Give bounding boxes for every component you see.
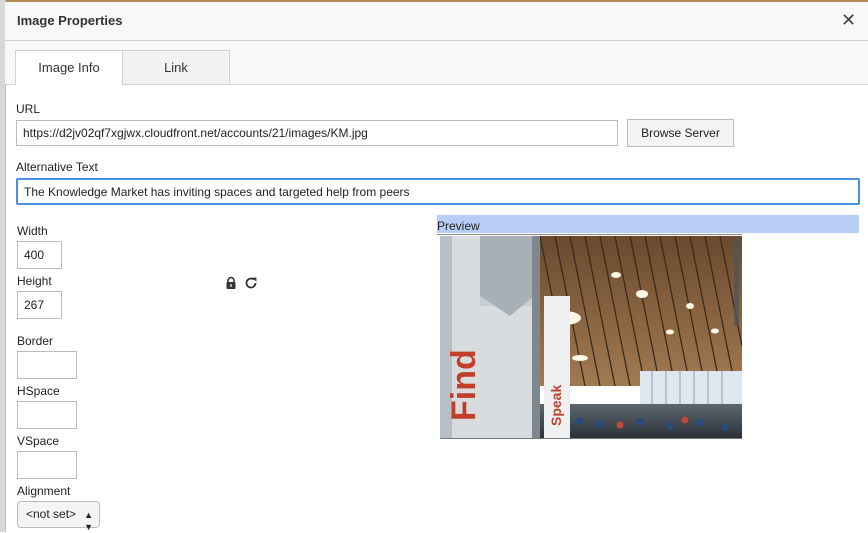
height-input[interactable] [17,291,62,319]
select-arrows-icon: ▲ ▼ [84,510,93,532]
border-input[interactable] [17,351,77,379]
reset-size-icon[interactable] [243,275,259,291]
preview-divider [437,234,742,235]
hspace-input[interactable] [17,401,77,429]
preview-header [437,215,859,233]
preview-image: Find Speak [440,236,742,439]
vspace-label: VSpace [17,434,60,448]
url-input[interactable] [16,120,618,146]
sign-find-text: Find [445,349,483,421]
dialog-titlebar: Image Properties ✕ [5,2,868,41]
width-label: Width [17,224,48,238]
browse-server-button[interactable]: Browse Server [627,119,734,147]
width-input[interactable] [17,241,62,269]
svg-text:Speak: Speak [548,385,564,426]
alignment-label: Alignment [17,484,71,498]
dialog-title: Image Properties [17,13,123,28]
tab-link[interactable]: Link [122,50,230,84]
border-label: Border [17,334,54,348]
vspace-input[interactable] [17,451,77,479]
alignment-select[interactable]: <not set> ▲ ▼ [17,501,100,532]
alt-text-label: Alternative Text [16,160,98,174]
lock-icon[interactable] [224,276,238,290]
tab-bar: Image Info Link [5,41,868,85]
url-label: URL [16,102,41,116]
height-label: Height [17,274,52,288]
tab-image-info[interactable]: Image Info [15,50,123,85]
hspace-label: HSpace [17,384,60,398]
close-icon[interactable]: ✕ [841,10,856,30]
alt-text-input[interactable] [16,178,860,205]
alignment-selected-value: <not set> [26,507,77,521]
preview-label: Preview [437,219,480,233]
